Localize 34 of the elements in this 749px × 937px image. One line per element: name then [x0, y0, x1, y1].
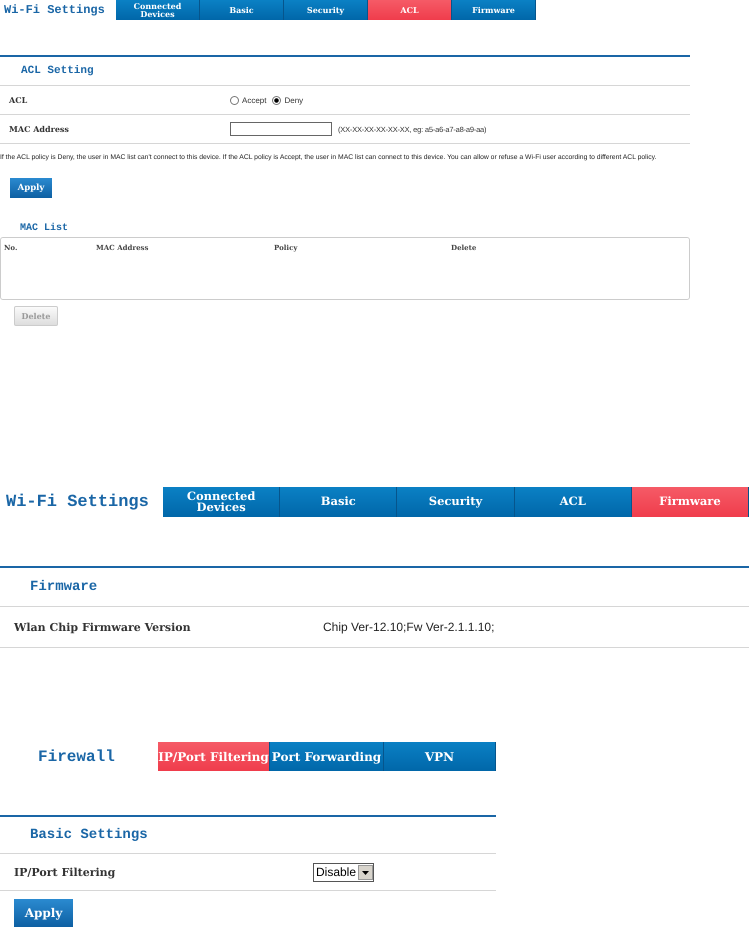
mac-address-field[interactable]	[230, 122, 332, 136]
tab[interactable]: Port Forwarding	[270, 742, 384, 771]
tab[interactable]: Basic	[280, 487, 398, 517]
tab[interactable]: Firmware	[632, 487, 749, 517]
tab[interactable]: VPN	[384, 742, 496, 771]
field-label: IP/Port Filtering	[13, 866, 116, 878]
field-label: ACL	[8, 95, 28, 105]
section-title: Firmware	[30, 579, 98, 595]
radio-option[interactable]: Deny	[272, 96, 304, 104]
firmware-version: Chip Ver-12.10;Fw Ver-2.1.1.10;	[323, 620, 494, 634]
tab[interactable]: ACL	[368, 0, 452, 20]
filtering-dropdown[interactable]: Disable	[313, 862, 374, 882]
radio-button[interactable]	[230, 96, 239, 104]
apply-button[interactable]: Apply	[14, 899, 73, 927]
apply-button[interactable]: Apply	[10, 178, 52, 198]
tab[interactable]: Basic	[200, 0, 284, 20]
field-label: Wlan Chip Firmware Version	[12, 620, 192, 634]
tab[interactable]: Security	[397, 487, 515, 517]
tab[interactable]: Firmware	[452, 0, 536, 20]
tab[interactable]: Connected Devices	[163, 487, 280, 517]
tab[interactable]: Connected Devices	[116, 0, 200, 20]
radio-option[interactable]: Accept	[230, 96, 266, 104]
page-title: Wi-Fi Settings	[3, 3, 106, 17]
section-title: ACL Setting	[21, 65, 94, 77]
tab[interactable]: Security	[284, 0, 368, 20]
tab[interactable]: ACL	[514, 487, 632, 517]
page-title: Wi-Fi Settings	[5, 492, 150, 512]
radio-button[interactable]	[272, 96, 282, 104]
field-label: MAC Address	[8, 124, 70, 134]
section-title: Basic Settings	[30, 827, 148, 843]
caret-icon	[358, 864, 374, 880]
page-title: Firewall	[37, 748, 116, 766]
section-title: MAC List	[20, 223, 70, 236]
tab[interactable]: IP/Port Filtering	[158, 742, 270, 771]
